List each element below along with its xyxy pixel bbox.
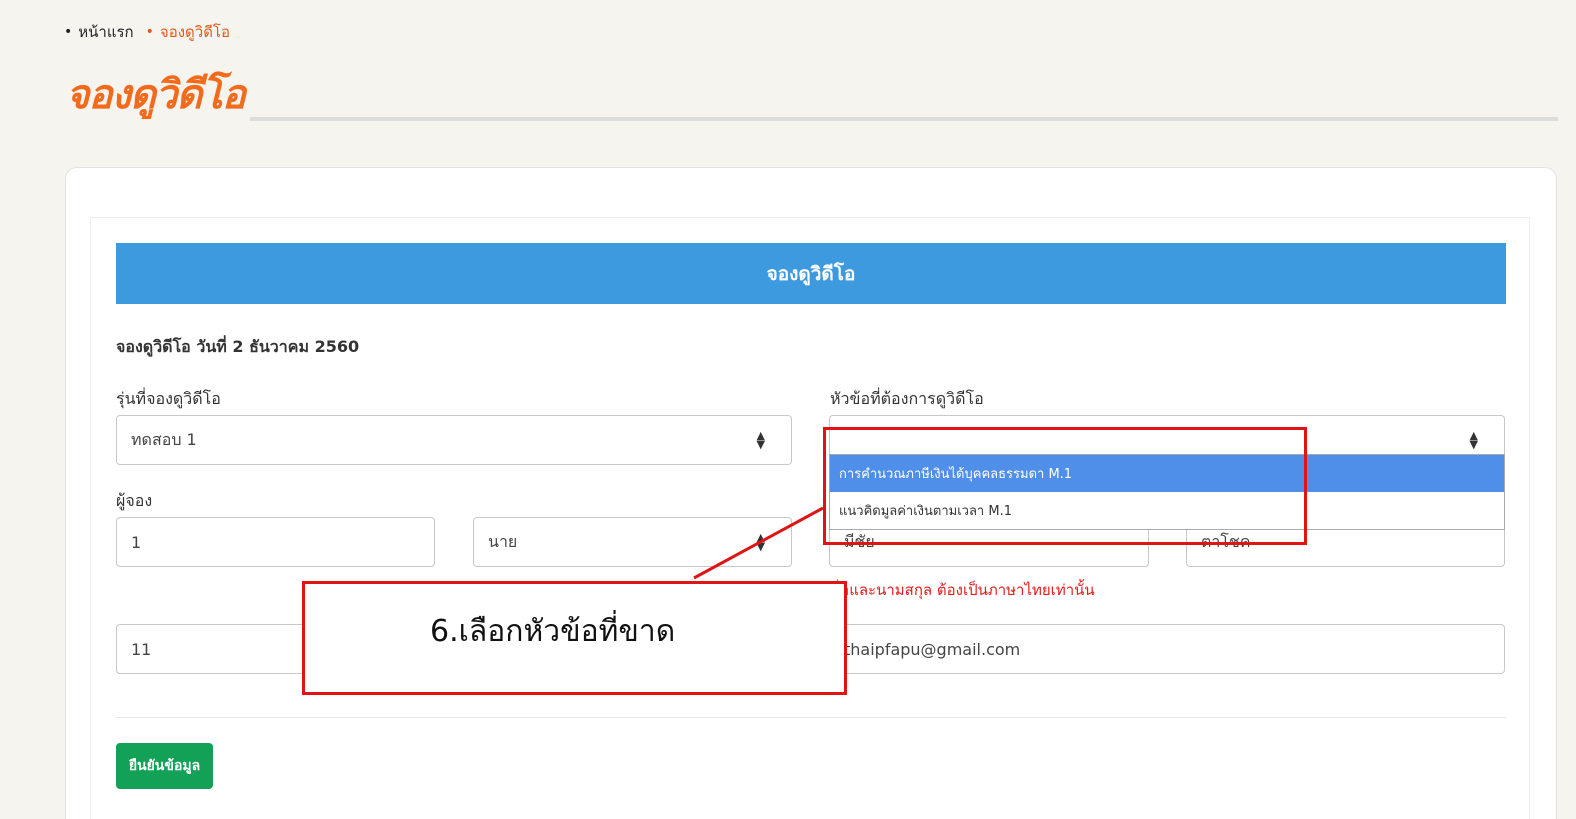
annotation-callout-text: 6.เลือกหัวข้อที่ขาด xyxy=(430,614,676,649)
annotation-connector xyxy=(693,506,824,580)
annotation-pointer-line xyxy=(693,506,824,580)
annotation-highlight-box xyxy=(823,427,1307,545)
